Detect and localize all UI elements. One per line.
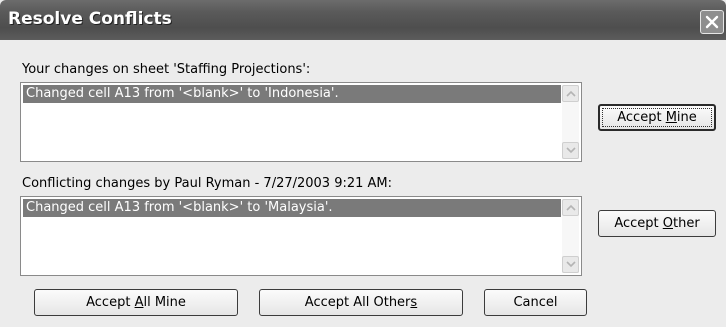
conflicting-change-item[interactable]: Changed cell A13 from '<blank>' to 'Mala… xyxy=(23,199,561,217)
mine-scroll-down-button[interactable] xyxy=(562,142,579,159)
mine-changes-list[interactable]: Changed cell A13 from '<blank>' to 'Indo… xyxy=(20,82,582,162)
accept-all-mine-button[interactable]: Accept All Mine xyxy=(34,289,238,316)
accept-other-mnemonic: O xyxy=(662,216,673,231)
conflicting-changes-list[interactable]: Changed cell A13 from '<blank>' to 'Mala… xyxy=(20,196,582,276)
mine-list-scrollbar[interactable] xyxy=(562,85,579,159)
close-button[interactable] xyxy=(700,10,724,34)
cancel-button[interactable]: Cancel xyxy=(484,289,587,316)
chevron-down-icon xyxy=(566,147,576,154)
mine-changes-label: Your changes on sheet 'Staffing Projecti… xyxy=(22,62,311,77)
title-bar[interactable]: Resolve Conflicts xyxy=(0,0,726,40)
chevron-up-icon xyxy=(566,204,576,211)
conflicting-scroll-down-button[interactable] xyxy=(562,256,579,273)
accept-mine-label-suffix: ine xyxy=(676,110,697,125)
mine-scroll-up-button[interactable] xyxy=(562,85,579,102)
accept-other-button[interactable]: Accept Other xyxy=(598,210,716,237)
dialog-title: Resolve Conflicts xyxy=(8,9,172,29)
mine-change-item[interactable]: Changed cell A13 from '<blank>' to 'Indo… xyxy=(23,85,561,103)
accept-all-others-label-prefix: Accept All Other xyxy=(304,295,411,310)
close-icon xyxy=(705,15,719,29)
accept-all-mine-label-suffix: ll Mine xyxy=(143,295,186,310)
conflicting-scroll-up-button[interactable] xyxy=(562,199,579,216)
chevron-down-icon xyxy=(566,261,576,268)
accept-mine-mnemonic: M xyxy=(665,110,677,125)
accept-mine-label-prefix: Accept xyxy=(617,110,666,125)
accept-other-label-suffix: ther xyxy=(673,216,700,231)
accept-all-others-mnemonic: s xyxy=(410,295,418,310)
resolve-conflicts-dialog: Resolve Conflicts Your changes on sheet … xyxy=(0,0,726,327)
conflicting-list-scrollbar[interactable] xyxy=(562,199,579,273)
accept-all-mine-label-prefix: Accept xyxy=(86,295,135,310)
accept-all-others-button[interactable]: Accept All Others xyxy=(259,289,463,316)
chevron-up-icon xyxy=(566,90,576,97)
conflicting-changes-label: Conflicting changes by Paul Ryman - 7/27… xyxy=(22,176,393,191)
accept-mine-button[interactable]: Accept Mine xyxy=(598,104,716,131)
accept-other-label-prefix: Accept xyxy=(614,216,663,231)
